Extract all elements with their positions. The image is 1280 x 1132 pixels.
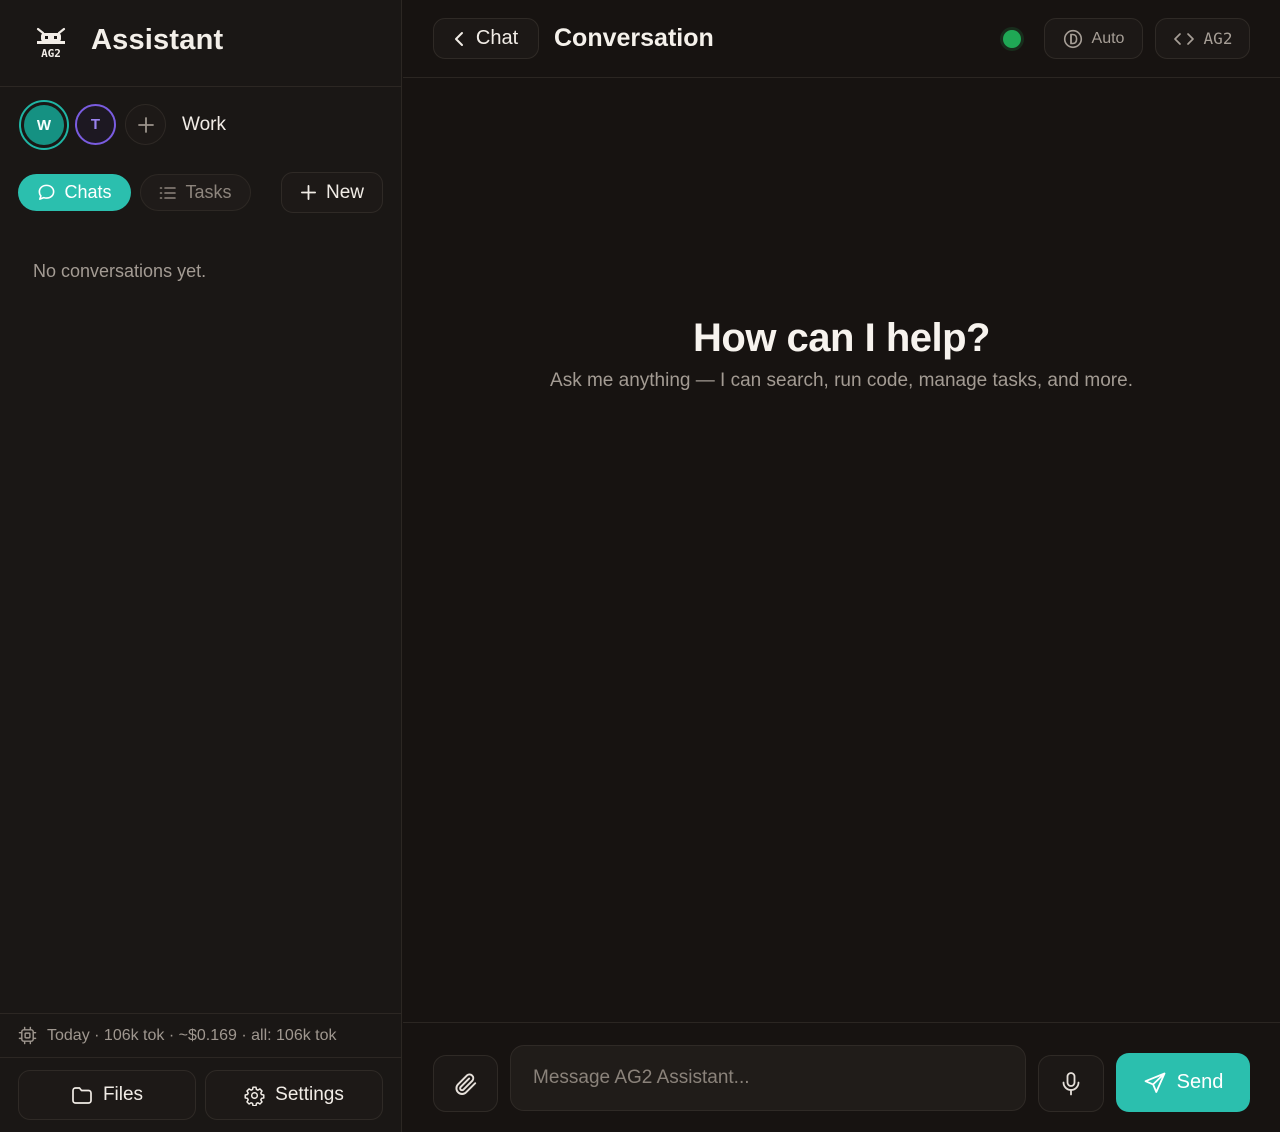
back-to-chat-label: Chat <box>475 27 519 49</box>
empty-conversations-text: No conversations yet. <box>33 261 207 281</box>
list-icon <box>160 186 177 199</box>
settings-label: Settings <box>275 1084 344 1105</box>
paperclip-icon <box>454 1073 476 1095</box>
tab-chats-label: Chats <box>64 182 112 202</box>
workspace-avatar-w-label: W <box>24 105 64 145</box>
files-label: Files <box>102 1084 144 1105</box>
new-chat-button[interactable]: New <box>281 172 383 213</box>
message-input[interactable] <box>510 1045 1026 1111</box>
files-button[interactable]: Files <box>18 1070 196 1120</box>
plus-icon <box>300 184 316 201</box>
welcome-title: How can I help? <box>693 316 990 360</box>
connection-status-indicator <box>1003 30 1021 48</box>
welcome-subtitle: Ask me anything — I can search, run code… <box>550 370 1133 391</box>
workspace-avatar-t[interactable]: T <box>75 104 116 145</box>
sidebar: AG2 Assistant W T Work Chats Tasks New N… <box>0 0 402 1132</box>
tab-tasks-label: Tasks <box>185 182 232 202</box>
svg-text:AG2: AG2 <box>41 47 61 59</box>
chat-main: Chat Conversation Auto AG2 How can I hel… <box>403 0 1280 1132</box>
message-composer: Send <box>403 1022 1280 1132</box>
chevron-left-icon <box>454 31 463 46</box>
gear-icon <box>244 1085 265 1106</box>
send-label: Send <box>1176 1071 1224 1093</box>
usage-text: Today · 106k tok · ~$0.169 · all: 106k t… <box>47 1026 337 1044</box>
workspace-avatar-w[interactable]: W <box>19 100 69 150</box>
chat-bubble-icon <box>39 184 55 200</box>
agent-selector-label: AG2 <box>1203 29 1233 48</box>
agent-selector-button[interactable]: AG2 <box>1155 18 1250 59</box>
mode-dial-icon <box>1063 29 1082 48</box>
workspace-switcher: W T Work <box>0 100 402 150</box>
conversation-header: Chat Conversation Auto AG2 <box>403 0 1280 78</box>
app-title: Assistant <box>91 24 224 56</box>
send-button[interactable]: Send <box>1116 1053 1250 1112</box>
tab-tasks[interactable]: Tasks <box>140 174 251 211</box>
conversation-title: Conversation <box>554 24 714 52</box>
send-plane-icon <box>1144 1072 1166 1093</box>
new-chat-label: New <box>325 181 364 203</box>
chip-icon <box>18 1026 37 1045</box>
back-to-chat-button[interactable]: Chat <box>433 18 539 59</box>
usage-stats: Today · 106k tok · ~$0.169 · all: 106k t… <box>0 1013 402 1058</box>
model-mode-label: Auto <box>1091 29 1125 47</box>
plus-icon <box>137 116 154 133</box>
attach-file-button[interactable] <box>433 1055 498 1112</box>
microphone-icon <box>1062 1071 1080 1095</box>
workspace-name: Work <box>182 114 226 135</box>
add-workspace-button[interactable] <box>125 104 166 145</box>
code-brackets-icon <box>1173 32 1194 45</box>
folder-icon <box>72 1086 92 1104</box>
settings-button[interactable]: Settings <box>205 1070 383 1120</box>
tab-chats[interactable]: Chats <box>18 174 131 211</box>
voice-input-button[interactable] <box>1038 1055 1104 1112</box>
model-mode-button[interactable]: Auto <box>1044 18 1143 59</box>
ag2-logo-icon: AG2 <box>36 27 66 59</box>
brand-header: AG2 Assistant <box>0 0 402 87</box>
